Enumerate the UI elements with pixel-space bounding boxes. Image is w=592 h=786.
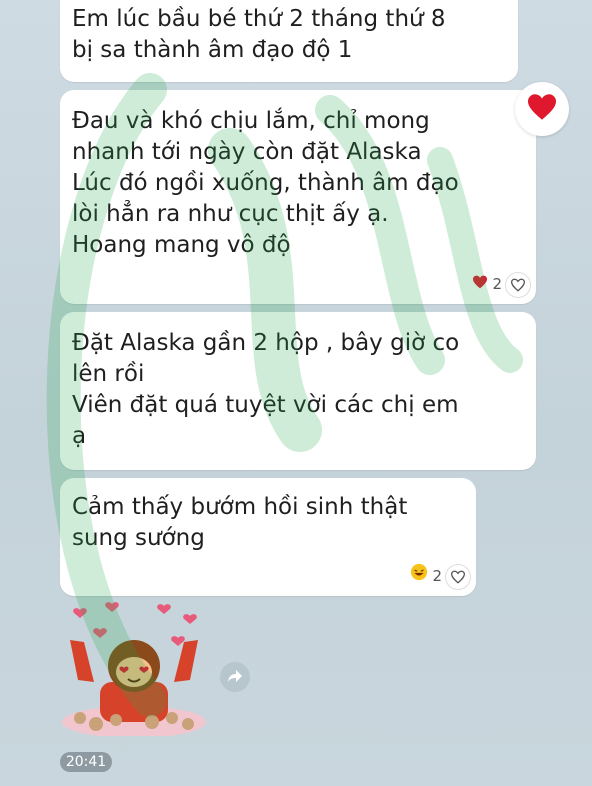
message-timestamp: 20:41 <box>60 752 112 772</box>
message-2-line-2: nhanh tới ngày còn đặt Alaska <box>72 139 422 165</box>
message-bubble-1[interactable]: Em lúc bầu bé thứ 2 tháng thứ 8 bị sa th… <box>60 0 518 82</box>
reaction-count: 2 <box>432 567 442 585</box>
message-2-line-5: Hoang mang vô độ <box>72 232 291 258</box>
message-3-line-1: Đặt Alaska gần 2 hộp , bây giờ co <box>72 330 460 356</box>
message-3-line-3: Viên đặt quá tuyệt vời các chị em <box>72 392 459 418</box>
message-1-line-2: bị sa thành âm đạo độ 1 <box>72 37 353 63</box>
heart-reaction-badge[interactable] <box>515 82 569 136</box>
message-2-line-3: Lúc đó ngồi xuống, thành âm đạo <box>72 170 459 196</box>
heart-icon <box>526 93 558 125</box>
message-4-line-1: Cảm thấy bướm hồi sinh thật <box>72 494 408 520</box>
message-1-line-1: Em lúc bầu bé thứ 2 tháng thứ 8 <box>72 6 446 32</box>
message-4-line-2: sung sướng <box>72 525 205 551</box>
message-bubble-4[interactable]: Cảm thấy bướm hồi sinh thật sung sướng 2 <box>60 478 476 596</box>
message-3-line-2: lên rồi <box>72 361 145 387</box>
reaction-summary-4[interactable]: 2 <box>410 561 470 592</box>
sticker-image[interactable] <box>60 600 208 738</box>
heart-icon <box>472 269 488 300</box>
message-2-line-1: Đau và khó chịu lắm, chỉ mong <box>72 108 430 134</box>
forward-button[interactable] <box>220 662 250 692</box>
reaction-summary-2[interactable]: 2 <box>472 269 530 300</box>
reaction-count: 2 <box>492 275 502 293</box>
react-heart-outline-icon[interactable] <box>446 564 470 589</box>
message-2-line-4: lòi hẳn ra như cục thịt ấy ạ. <box>72 201 389 227</box>
message-3-line-4: ạ <box>72 423 87 449</box>
message-bubble-3[interactable]: Đặt Alaska gần 2 hộp , bây giờ co lên rồ… <box>60 312 536 470</box>
react-heart-outline-icon[interactable] <box>506 272 530 297</box>
message-bubble-2[interactable]: Đau và khó chịu lắm, chỉ mong nhanh tới … <box>60 90 536 304</box>
laughing-face-icon <box>410 561 428 592</box>
forward-arrow-icon <box>227 668 243 687</box>
